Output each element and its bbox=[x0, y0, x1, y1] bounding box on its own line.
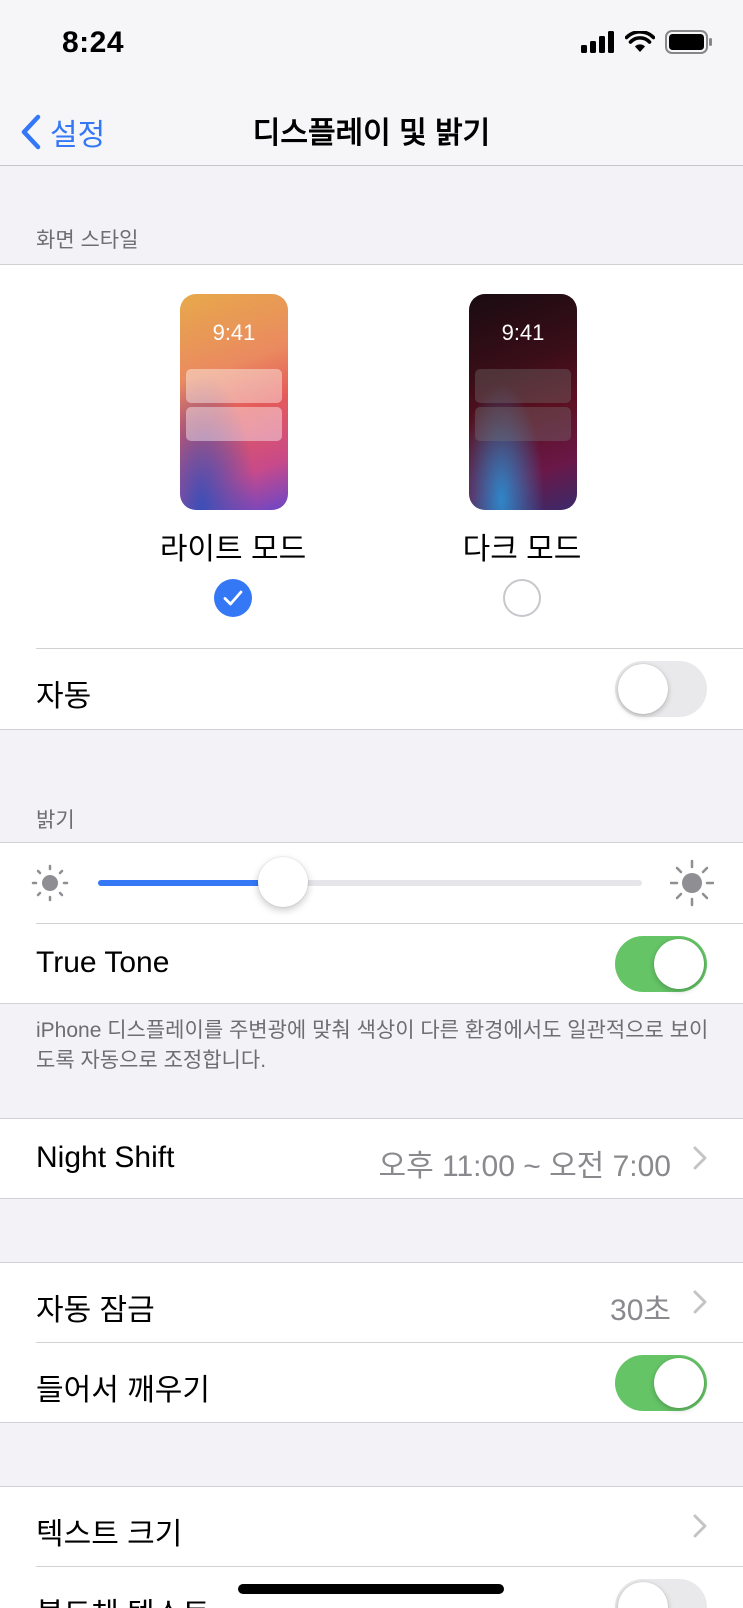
brightness-slider-thumb[interactable] bbox=[257, 857, 308, 907]
wifi-icon bbox=[625, 31, 655, 52]
toggle-knob bbox=[654, 1358, 704, 1408]
true-tone-row: True Tone bbox=[0, 924, 743, 1004]
navigation-bar: 설정 디스플레이 및 밝기 bbox=[0, 90, 743, 166]
dark-mode-radio[interactable] bbox=[503, 579, 541, 617]
home-indicator bbox=[238, 1584, 504, 1594]
appearance-header: 화면 스타일 bbox=[36, 229, 139, 252]
status-icons bbox=[581, 30, 713, 54]
dark-preview-notification bbox=[475, 369, 571, 403]
night-shift-row[interactable]: Night Shift 오후 11:00 ~ 오전 7:00 bbox=[0, 1119, 743, 1199]
brightness-slider-track[interactable] bbox=[98, 880, 642, 886]
night-shift-value: 오후 11:00 ~ 오전 7:00 bbox=[378, 1150, 672, 1183]
toggle-knob bbox=[618, 1582, 668, 1608]
true-tone-label: True Tone bbox=[36, 946, 170, 979]
raise-to-wake-row: 들어서 깨우기 bbox=[0, 1343, 743, 1423]
true-tone-toggle[interactable] bbox=[615, 936, 707, 992]
brightness-slider-fill bbox=[98, 880, 283, 886]
auto-appearance-label: 자동 bbox=[36, 680, 92, 713]
dark-mode-preview[interactable]: 9:41 bbox=[469, 294, 577, 510]
brightness-group: True Tone bbox=[0, 842, 743, 1004]
auto-appearance-toggle[interactable] bbox=[615, 661, 707, 717]
toggle-knob bbox=[618, 664, 668, 714]
night-shift-label: Night Shift bbox=[36, 1141, 175, 1174]
light-mode-preview[interactable]: 9:41 bbox=[180, 294, 288, 510]
light-preview-time: 9:41 bbox=[212, 320, 256, 345]
dark-preview-time: 9:41 bbox=[501, 320, 545, 345]
bold-text-toggle[interactable] bbox=[615, 1579, 707, 1608]
chevron-right-icon bbox=[693, 1146, 707, 1170]
light-mode-label: 라이트 모드 bbox=[159, 533, 307, 566]
bold-text-label: 볼드체 텍스트 bbox=[36, 1589, 210, 1608]
status-time: 8:24 bbox=[62, 26, 125, 59]
cellular-signal-icon bbox=[581, 31, 614, 53]
text-size-row[interactable]: 텍스트 크기 bbox=[0, 1487, 743, 1567]
status-bar: 8:24 bbox=[0, 0, 743, 90]
text-size-label: 텍스트 크기 bbox=[36, 1518, 183, 1551]
dark-mode-label: 다크 모드 bbox=[462, 533, 582, 566]
light-preview-notification bbox=[186, 407, 282, 441]
toggle-knob bbox=[654, 939, 704, 989]
appearance-group: 9:41 라이트 모드 9:41 다크 모드 자동 bbox=[0, 264, 743, 730]
light-preview-notification bbox=[186, 369, 282, 403]
light-mode-radio[interactable] bbox=[214, 579, 252, 617]
true-tone-footer: iPhone 디스플레이를 주변광에 맞춰 색상이 다른 환경에서도 일관적으로… bbox=[36, 1019, 709, 1072]
sun-small-icon bbox=[31, 864, 69, 902]
auto-lock-row[interactable]: 자동 잠금 30초 bbox=[0, 1263, 743, 1343]
raise-to-wake-label: 들어서 깨우기 bbox=[36, 1374, 210, 1407]
raise-to-wake-toggle[interactable] bbox=[615, 1355, 707, 1411]
checkmark-icon bbox=[223, 590, 243, 606]
auto-appearance-row: 자동 bbox=[0, 649, 743, 729]
page-title: 디스플레이 및 밝기 bbox=[252, 117, 491, 150]
brightness-header: 밝기 bbox=[36, 809, 75, 832]
lock-group: 자동 잠금 30초 들어서 깨우기 bbox=[0, 1262, 743, 1423]
chevron-right-icon bbox=[693, 1514, 707, 1538]
dark-preview-notification bbox=[475, 407, 571, 441]
auto-lock-value: 30초 bbox=[610, 1294, 671, 1327]
sun-large-icon bbox=[670, 859, 714, 907]
battery-icon bbox=[665, 30, 712, 54]
auto-lock-label: 자동 잠금 bbox=[36, 1294, 155, 1327]
night-shift-group: Night Shift 오후 11:00 ~ 오전 7:00 bbox=[0, 1118, 743, 1199]
chevron-right-icon bbox=[693, 1290, 707, 1314]
